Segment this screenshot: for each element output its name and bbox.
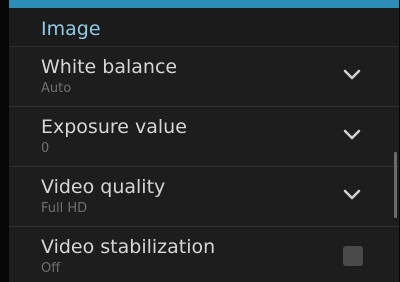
accent-bar	[9, 0, 399, 8]
settings-panel: Image White balance Auto Exposure value …	[9, 0, 399, 282]
section-title: Image	[41, 18, 101, 40]
chevron-down-icon[interactable]	[343, 69, 361, 81]
setting-title: Video quality	[41, 176, 166, 198]
chevron-down-icon[interactable]	[343, 129, 361, 141]
setting-row-video-quality[interactable]: Video quality Full HD	[9, 167, 399, 227]
stabilization-checkbox[interactable]	[343, 246, 363, 266]
section-header: Image	[9, 8, 399, 47]
setting-title: Exposure value	[41, 116, 187, 138]
setting-value: Full HD	[41, 201, 88, 216]
setting-row-white-balance[interactable]: White balance Auto	[9, 47, 399, 107]
setting-value: Auto	[41, 81, 72, 96]
setting-title: Video stabilization	[41, 236, 216, 258]
setting-title: White balance	[41, 56, 178, 78]
setting-row-video-stabilization[interactable]: Video stabilization Off	[9, 227, 399, 282]
setting-value: Off	[41, 261, 61, 276]
setting-row-exposure-value[interactable]: Exposure value 0	[9, 107, 399, 167]
setting-value: 0	[41, 141, 50, 156]
chevron-down-icon[interactable]	[343, 189, 361, 201]
scrollbar[interactable]	[394, 152, 397, 218]
